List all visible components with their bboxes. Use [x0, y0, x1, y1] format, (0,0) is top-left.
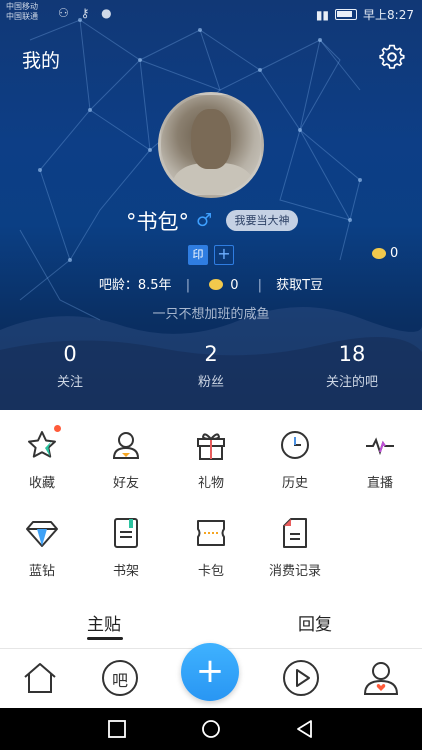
grid-item-spending-records[interactable]: 消费记录	[260, 516, 330, 579]
avatar[interactable]	[158, 92, 264, 198]
grid-item-history[interactable]: 历史	[260, 428, 330, 491]
clock-icon	[278, 428, 312, 462]
separator: |	[257, 278, 263, 293]
carrier-label: 中国移动 中国联通	[6, 2, 38, 21]
notification-dot	[54, 425, 61, 432]
receipt-icon	[278, 516, 312, 550]
grid-item-gifts[interactable]: 礼物	[176, 428, 246, 491]
grid-item-favorites[interactable]: 收藏	[7, 425, 77, 491]
home-icon[interactable]	[20, 658, 60, 698]
active-tab-indicator	[87, 637, 123, 640]
diamond-icon	[25, 516, 59, 550]
page-title: 我的	[22, 50, 61, 72]
bar-label: 吧	[111, 671, 128, 690]
tab-main-posts[interactable]: 主贴	[87, 610, 121, 635]
home-button-icon[interactable]	[200, 718, 222, 740]
back-icon[interactable]	[294, 718, 316, 740]
become-god-button[interactable]: 我要当大神	[226, 210, 298, 231]
video-play-icon[interactable]	[281, 658, 321, 698]
tdou-icon	[209, 279, 224, 290]
grid-item-friends[interactable]: 好友	[91, 428, 161, 491]
friend-icon	[109, 428, 143, 462]
coin-balance[interactable]: 0	[372, 246, 398, 261]
bar-age: 吧龄：8.5年	[98, 278, 172, 293]
android-nav-bar	[0, 708, 422, 750]
profile-header: 中国移动 中国联通 ⚇ ⚷ ● ▮▮ 早上8:27 我的 °书包° ♂ 我要当大…	[0, 0, 422, 410]
card-icon	[194, 516, 228, 550]
add-badge-button[interactable]: +	[214, 245, 234, 265]
separator: |	[185, 278, 191, 293]
profile-icon[interactable]	[361, 658, 401, 698]
bar-nav-button[interactable]: 吧	[100, 658, 140, 698]
stat-followed-bars[interactable]: 18 关注的吧	[292, 342, 412, 390]
male-gender-icon: ♂	[196, 210, 213, 231]
username: °书包°	[126, 210, 189, 234]
tab-replies[interactable]: 回复	[298, 610, 332, 635]
star-icon	[25, 425, 61, 462]
status-right: ▮▮ 早上8:27	[316, 6, 414, 23]
grid-item-blue-diamond[interactable]: 蓝钻	[7, 516, 77, 579]
coin-icon	[372, 248, 386, 259]
get-tdou-link[interactable]: 获取T豆	[276, 278, 323, 293]
battery-icon	[335, 9, 358, 20]
notification-icons: ⚇ ⚷ ●	[58, 6, 116, 20]
badge-icon[interactable]: 印	[188, 245, 208, 265]
bookshelf-icon	[109, 516, 143, 550]
grid-item-live[interactable]: 直播	[345, 428, 415, 491]
grid-item-card-pack[interactable]: 卡包	[176, 516, 246, 579]
tdou-balance: 0	[204, 278, 243, 293]
stat-fans[interactable]: 2 粉丝	[151, 342, 271, 390]
signal-icon: ▮▮	[315, 7, 330, 22]
signature: 一只不想加班的咸鱼	[152, 307, 270, 322]
recent-apps-icon[interactable]	[106, 718, 128, 740]
status-bar: 中国移动 中国联通 ⚇ ⚷ ● ▮▮ 早上8:27	[0, 0, 422, 30]
gift-icon	[194, 428, 228, 462]
settings-gear-icon[interactable]	[378, 43, 406, 71]
profile-meta: 吧龄：8.5年 | 0 | 获取T豆	[0, 274, 422, 293]
create-post-button[interactable]: +	[181, 643, 239, 701]
live-icon	[363, 428, 397, 462]
stat-following[interactable]: 0 关注	[10, 342, 130, 390]
grid-item-bookshelf[interactable]: 书架	[91, 516, 161, 579]
clock-time: 早上8:27	[363, 8, 414, 22]
